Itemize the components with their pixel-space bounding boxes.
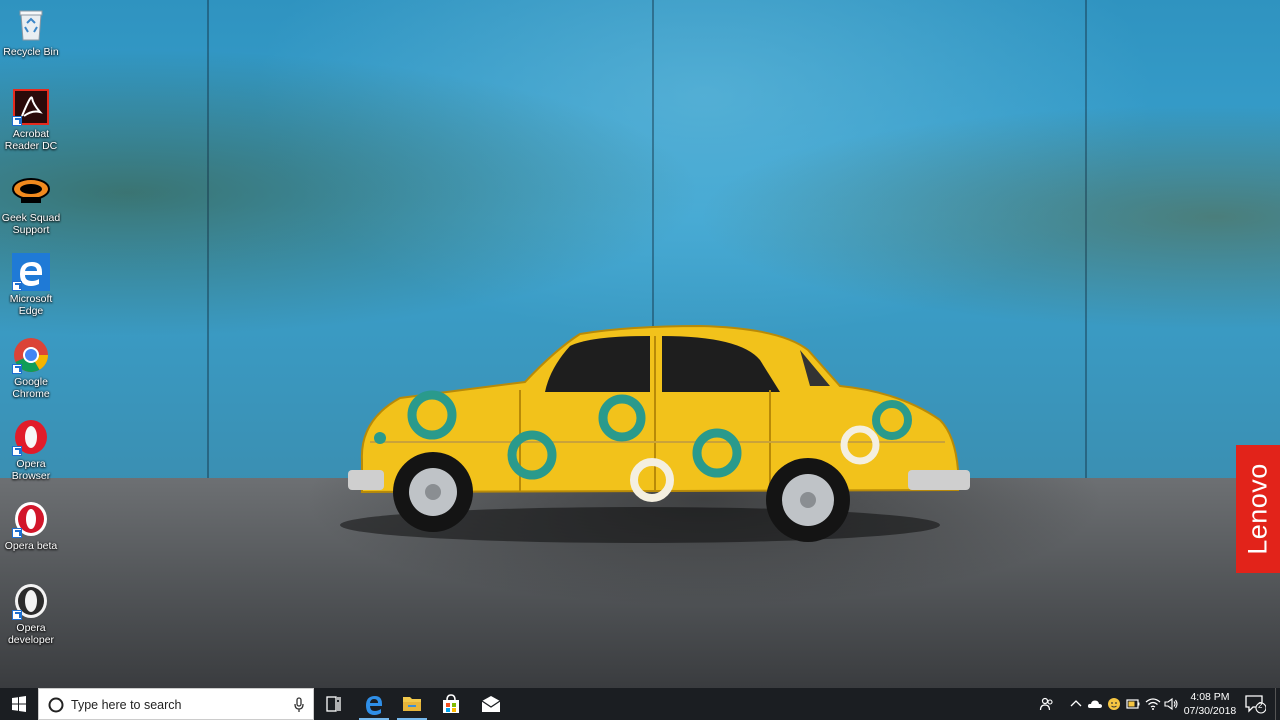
search-placeholder: Type here to search (71, 698, 182, 712)
taskbar-file-explorer-button[interactable] (393, 688, 431, 720)
cortana-icon (48, 697, 64, 713)
desktop-icon-label: Microsoft Edge (9, 293, 53, 317)
desktop-icon-label: Opera developer (7, 622, 55, 646)
microphone-icon[interactable] (293, 697, 305, 713)
taskbar-mail-button[interactable] (472, 688, 510, 720)
desktop-icon-geek-squad[interactable]: Geek Squad Support (0, 172, 62, 236)
folder-icon (403, 697, 421, 711)
action-center-button[interactable]: 2 (1244, 694, 1267, 714)
clock-date: 07/30/2018 (1183, 705, 1237, 717)
show-desktop-button[interactable] (1275, 688, 1280, 720)
desktop-icon-microsoft-edge[interactable]: Microsoft Edge (0, 253, 62, 317)
start-button[interactable] (0, 688, 38, 720)
desktop-icon-label: Opera beta (4, 540, 58, 552)
desktop-icon-recycle-bin[interactable]: Recycle Bin (0, 6, 62, 58)
desktop-icon-label: Google Chrome (12, 376, 50, 400)
desktop-icon-opera-developer[interactable]: Opera developer (0, 582, 62, 646)
desktop-icon-acrobat-reader[interactable]: Acrobat Reader DC (0, 88, 62, 152)
clock-time: 4:08 PM (1190, 691, 1230, 703)
taskbar-clock[interactable]: 4:08 PM 07/30/2018 (1180, 690, 1240, 718)
notification-icon (1245, 695, 1267, 714)
taskbar-search-box[interactable]: Type here to search (38, 688, 314, 720)
opera-beta-icon (12, 500, 50, 538)
notification-count: 2 (1258, 701, 1263, 710)
volume-icon[interactable] (1163, 696, 1179, 712)
edge-icon (366, 696, 382, 715)
task-view-button[interactable] (314, 688, 352, 720)
edge-icon (12, 253, 50, 291)
desktop-icon-label: Geek Squad Support (1, 212, 61, 236)
task-view-icon (326, 696, 341, 712)
desktop: Lenovo Recycle Bin Acrobat Reader DC Gee… (0, 0, 1280, 688)
wifi-icon[interactable] (1145, 696, 1161, 712)
desktop-icon-label: Acrobat Reader DC (4, 128, 58, 152)
taskbar-edge-button[interactable] (355, 688, 393, 720)
desktop-icon-opera-browser[interactable]: Opera Browser (0, 418, 62, 482)
geek-squad-icon (12, 172, 50, 210)
desktop-icon-label: Opera Browser (11, 458, 51, 482)
onedrive-cloud-icon[interactable] (1087, 696, 1103, 712)
recycle-bin-icon (12, 6, 50, 44)
opera-icon (12, 418, 50, 456)
chevron-up-icon[interactable] (1068, 696, 1084, 712)
battery-icon[interactable] (1125, 696, 1141, 712)
opera-developer-icon (12, 582, 50, 620)
store-icon (443, 694, 459, 713)
lenovo-logo: Lenovo (1236, 445, 1280, 573)
windows-logo-icon (12, 696, 26, 712)
taskbar-store-button[interactable] (432, 688, 470, 720)
chrome-icon (12, 336, 50, 374)
acrobat-reader-icon (12, 88, 50, 126)
desktop-icon-google-chrome[interactable]: Google Chrome (0, 336, 62, 400)
mail-icon (481, 696, 501, 712)
people-icon[interactable] (1039, 696, 1055, 712)
wallpaper-yellow-car (340, 324, 970, 543)
desktop-icon-opera-beta[interactable]: Opera beta (0, 500, 62, 552)
desktop-icon-label: Recycle Bin (3, 46, 59, 58)
emoji-status-icon[interactable] (1106, 696, 1122, 712)
taskbar: Type here to search 4:08 PM 07/30/2018 2 (0, 688, 1280, 720)
